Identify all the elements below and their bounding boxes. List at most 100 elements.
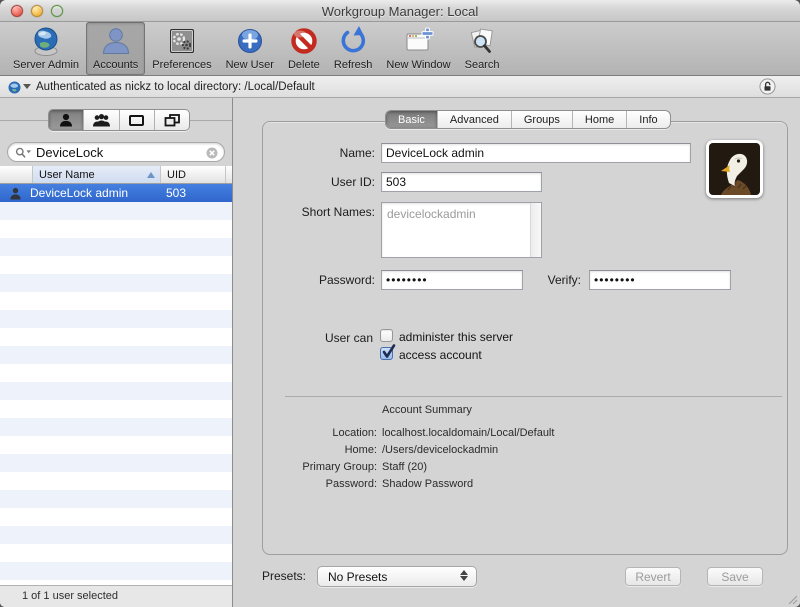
password-type-value: Shadow Password: [382, 478, 473, 490]
tab-computers[interactable]: [120, 110, 155, 130]
short-names-field[interactable]: devicelockadmin: [381, 202, 542, 258]
new-window-plus-icon: [403, 25, 435, 57]
window-title: Workgroup Manager: Local: [0, 4, 800, 19]
selection-status-text: 1 of 1 user selected: [22, 590, 118, 602]
resize-grip[interactable]: [787, 594, 797, 604]
short-names-value: devicelockadmin: [387, 207, 476, 221]
auth-menu-caret-icon[interactable]: [23, 84, 31, 89]
tab-advanced[interactable]: Advanced: [438, 111, 512, 128]
user-can-label: User can: [262, 331, 373, 345]
password-label: Password:: [262, 273, 375, 287]
toolbar-new-user-button[interactable]: New User: [219, 22, 281, 75]
accounts-person-icon: [100, 25, 132, 57]
directory-globe-icon: [8, 81, 21, 94]
user-id-field[interactable]: [381, 172, 542, 192]
toolbar-label-new-window: New Window: [386, 59, 450, 71]
account-summary-title: Account Summary: [382, 404, 472, 416]
presets-popup[interactable]: No Presets: [317, 566, 477, 587]
location-label: Location:: [262, 427, 377, 439]
presets-value: No Presets: [328, 570, 387, 584]
tab-info[interactable]: Info: [627, 111, 669, 128]
detail-tabs: Basic Advanced Groups Home Info: [385, 110, 671, 129]
search-input[interactable]: [36, 144, 196, 160]
auth-status-text: Authenticated as nickz to local director…: [36, 81, 315, 93]
home-label: Home:: [262, 444, 377, 456]
administer-checkbox-label: administer this server: [399, 330, 513, 344]
toolbar: Server Admin Accounts Preferences: [0, 22, 800, 76]
verify-field[interactable]: [589, 270, 731, 290]
home-value: /Users/devicelockadmin: [382, 444, 498, 456]
tab-groups-detail[interactable]: Groups: [512, 111, 573, 128]
toolbar-label-accounts: Accounts: [93, 59, 138, 71]
administer-checkbox[interactable]: [380, 329, 393, 342]
sort-ascending-icon: [147, 172, 155, 178]
toolbar-server-admin-button[interactable]: Server Admin: [6, 22, 86, 75]
row-user-name: DeviceLock admin: [30, 186, 128, 200]
toolbar-preferences-button[interactable]: Preferences: [145, 22, 218, 75]
tab-users[interactable]: [49, 110, 84, 130]
title-bar: Workgroup Manager: Local: [0, 0, 800, 22]
toolbar-refresh-button[interactable]: Refresh: [327, 22, 380, 75]
location-value: localhost.localdomain/Local/Default: [382, 427, 554, 439]
header-uid[interactable]: UID: [161, 166, 226, 183]
primary-group-label: Primary Group:: [262, 461, 377, 473]
toolbar-new-window-button[interactable]: New Window: [379, 22, 457, 75]
user-list[interactable]: DeviceLock admin 503: [0, 184, 232, 585]
search-pages-icon: [466, 25, 498, 57]
toolbar-search-button[interactable]: Search: [458, 22, 507, 75]
summary-divider: [285, 396, 782, 397]
account-type-segmented-control: [48, 109, 190, 131]
header-user-name[interactable]: User Name: [33, 166, 161, 183]
primary-group-value: Staff (20): [382, 461, 427, 473]
eagle-photo: [709, 143, 760, 195]
sidebar-search-field[interactable]: [7, 142, 225, 162]
row-user-icon: [9, 187, 22, 200]
tab-basic[interactable]: Basic: [386, 111, 438, 128]
toolbar-label-refresh: Refresh: [334, 59, 373, 71]
password-type-label: Password:: [262, 478, 377, 490]
toolbar-delete-button[interactable]: Delete: [281, 22, 327, 75]
search-magnifier-icon[interactable]: [15, 147, 32, 159]
user-picture[interactable]: [706, 140, 763, 198]
unlock-icon[interactable]: [759, 78, 776, 95]
new-user-plus-icon: [234, 25, 266, 57]
tab-groups[interactable]: [84, 110, 119, 130]
refresh-arrow-icon: [337, 25, 369, 57]
access-account-checkbox[interactable]: [380, 347, 393, 360]
name-label: Name:: [262, 146, 375, 160]
presets-label: Presets:: [262, 569, 306, 583]
tab-computer-lists[interactable]: [155, 110, 189, 130]
header-filler: [226, 166, 232, 183]
header-icon-column[interactable]: [0, 166, 33, 183]
user-row-selected[interactable]: DeviceLock admin 503: [0, 184, 232, 202]
group-icon: [92, 113, 111, 127]
save-button[interactable]: Save: [707, 567, 763, 586]
computer-lists-icon: [163, 113, 181, 127]
authentication-bar: Authenticated as nickz to local director…: [0, 76, 800, 98]
workgroup-manager-window: Workgroup Manager: Local Server Admin Ac…: [0, 0, 800, 607]
preferences-gears-icon: [166, 25, 198, 57]
short-names-scrollbar[interactable]: [530, 203, 541, 257]
user-id-label: User ID:: [262, 175, 375, 189]
popup-arrows-icon: [460, 570, 468, 581]
row-uid: 503: [166, 186, 186, 200]
toolbar-label-preferences: Preferences: [152, 59, 211, 71]
short-names-label: Short Names:: [262, 205, 375, 219]
tab-home[interactable]: Home: [573, 111, 627, 128]
user-list-header: User Name UID: [0, 166, 232, 184]
verify-label: Verify:: [500, 273, 581, 287]
server-admin-globe-icon: [30, 25, 62, 57]
clear-search-icon[interactable]: [206, 147, 218, 159]
toolbar-label-search: Search: [465, 59, 500, 71]
toolbar-label-server-admin: Server Admin: [13, 59, 79, 71]
name-field[interactable]: [381, 143, 691, 163]
computer-icon: [128, 114, 145, 127]
toolbar-label-new-user: New User: [226, 59, 274, 71]
delete-prohibition-icon: [288, 25, 320, 57]
access-account-checkbox-label: access account: [399, 348, 482, 362]
toolbar-accounts-button[interactable]: Accounts: [86, 22, 145, 75]
pane-divider[interactable]: [232, 98, 233, 607]
revert-button[interactable]: Revert: [625, 567, 681, 586]
toolbar-label-delete: Delete: [288, 59, 320, 71]
user-icon: [58, 113, 74, 127]
